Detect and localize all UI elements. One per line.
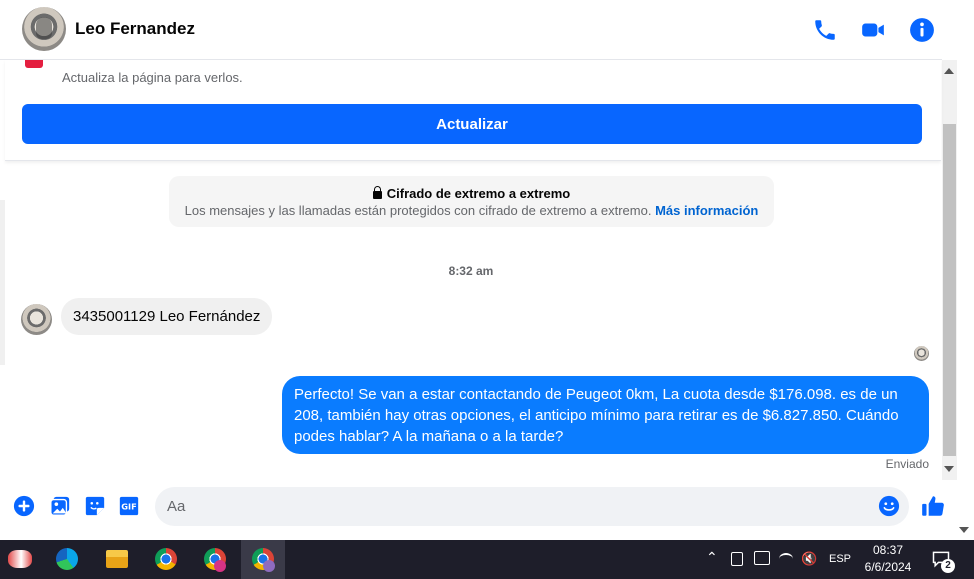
folder-icon [106, 550, 128, 568]
gallery-icon[interactable] [49, 495, 71, 517]
encryption-notice: Cifrado de extremo a extremo Los mensaje… [169, 176, 774, 227]
message-input[interactable] [155, 487, 909, 526]
clock-date: 6/6/2024 [864, 560, 912, 574]
chat-header: Leo Fernandez [0, 0, 942, 60]
banner-message: Actualiza la página para verlos. [62, 70, 243, 85]
edge-browser-icon [56, 548, 78, 570]
sticker-icon[interactable] [84, 495, 106, 517]
refresh-button[interactable]: Actualizar [22, 104, 922, 144]
page-scroll-down-arrow-icon[interactable] [959, 527, 969, 533]
volume-muted-icon[interactable]: 🔇 [801, 551, 817, 567]
custom-app-icon [8, 550, 32, 568]
plus-icon[interactable] [13, 495, 35, 517]
more-info-link[interactable]: Más información [655, 203, 758, 218]
encryption-title: Cifrado de extremo a extremo [386, 186, 571, 201]
contact-avatar[interactable] [22, 7, 66, 51]
scroll-up-arrow-icon[interactable] [944, 68, 954, 74]
gif-icon[interactable]: GIF [118, 495, 140, 517]
emoji-icon[interactable] [878, 495, 900, 517]
video-call-icon[interactable] [860, 17, 886, 43]
sender-avatar[interactable] [21, 304, 52, 335]
message-timestamp: 8:32 am [448, 264, 494, 278]
profile-badge-icon [214, 560, 226, 572]
tray-overflow-chevron-icon[interactable]: ⌃ [706, 549, 718, 566]
encryption-body: Los mensajes y las llamadas están proteg… [184, 203, 652, 218]
clock-time: 08:37 [872, 543, 904, 557]
profile-badge-icon [263, 560, 275, 572]
system-clock[interactable]: 08:37 6/6/2024 [860, 542, 916, 576]
left-panel-edge [0, 200, 5, 365]
phone-icon[interactable] [812, 17, 838, 43]
seen-avatar [914, 346, 929, 361]
info-icon[interactable] [909, 17, 935, 43]
language-indicator[interactable]: ESP [829, 553, 851, 565]
incoming-message[interactable]: 3435001129 Leo Fernández [61, 298, 273, 335]
contact-name[interactable]: Leo Fernandez [75, 19, 195, 39]
chrome-icon [155, 548, 177, 570]
like-thumbs-up-icon[interactable] [920, 493, 946, 519]
scrollbar-thumb[interactable] [943, 124, 956, 456]
tray-battery-icon[interactable] [754, 551, 770, 565]
notification-count-badge: 2 [941, 559, 955, 573]
messenger-window: Leo Fernandez Actualiza la página para v… [0, 0, 974, 579]
lock-icon [372, 186, 382, 199]
wifi-icon[interactable] [779, 553, 793, 565]
tray-app-icon[interactable] [731, 552, 743, 566]
alert-icon [25, 60, 43, 68]
svg-text:GIF: GIF [121, 502, 136, 512]
refresh-banner: Actualiza la página para verlos. Actuali… [5, 60, 941, 161]
scroll-down-arrow-icon[interactable] [944, 466, 954, 472]
message-status: Enviado [885, 457, 929, 471]
outgoing-message[interactable]: Perfecto! Se van a estar contactando de … [282, 376, 929, 454]
